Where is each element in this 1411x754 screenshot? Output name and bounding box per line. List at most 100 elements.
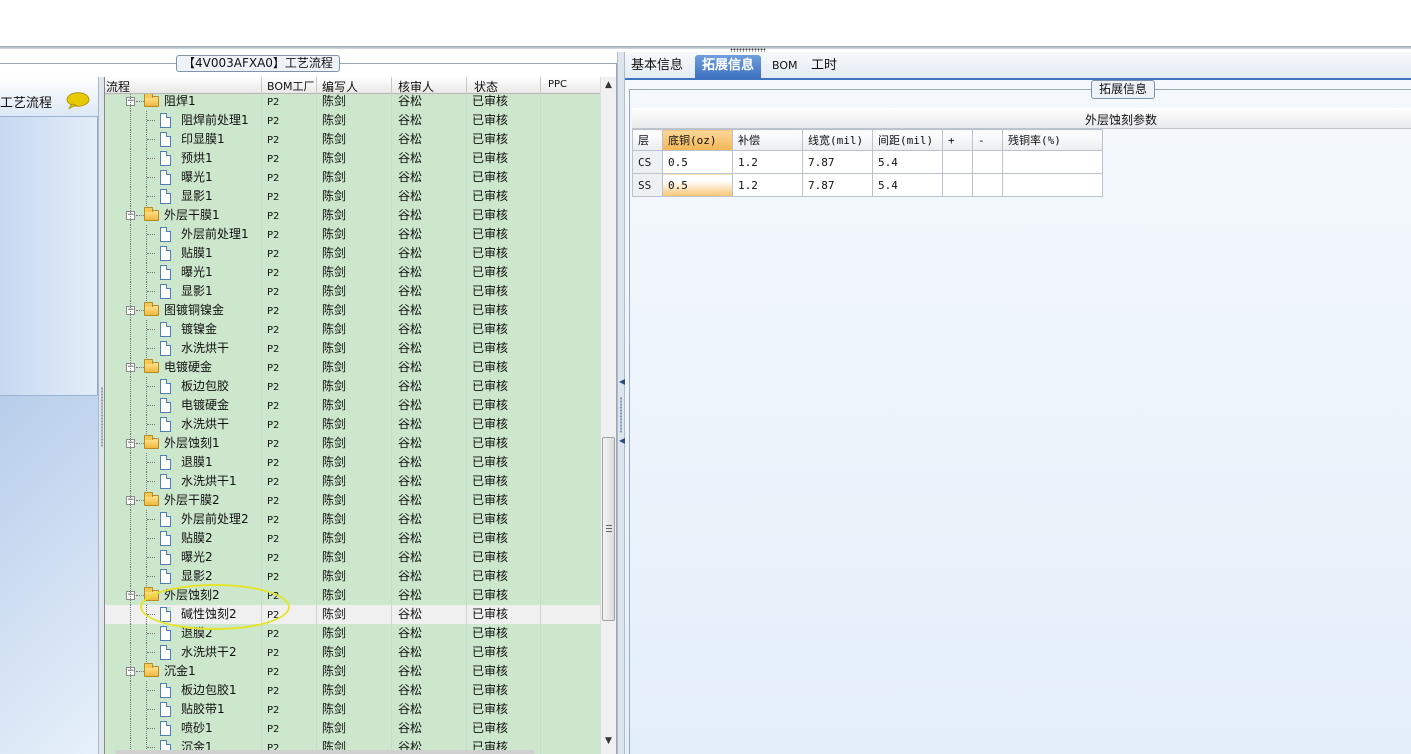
tree-row[interactable]: − 外层蚀刻2 P2 陈剑 谷松 已审核: [105, 586, 600, 605]
cell-reviewer: 谷松: [398, 322, 423, 336]
column-line: [261, 130, 262, 149]
tree-row[interactable]: 预烘1 P2 陈剑 谷松 已审核: [105, 149, 600, 168]
tree-row[interactable]: 曝光1 P2 陈剑 谷松 已审核: [105, 263, 600, 282]
tree-row[interactable]: 镀镍金 P2 陈剑 谷松 已审核: [105, 320, 600, 339]
tree-row[interactable]: 水洗烘干 P2 陈剑 谷松 已审核: [105, 339, 600, 358]
tree-row[interactable]: 曝光1 P2 陈剑 谷松 已审核: [105, 168, 600, 187]
cell-plus[interactable]: [942, 173, 973, 197]
cell-compensation[interactable]: 1.2: [732, 150, 803, 174]
tree-row[interactable]: 阻焊前处理1 P2 陈剑 谷松 已审核: [105, 111, 600, 130]
splitter-grip[interactable]: [101, 387, 103, 447]
tree-row[interactable]: − 外层蚀刻1 P2 陈剑 谷松 已审核: [105, 434, 600, 453]
tree-row[interactable]: 贴胶带1 P2 陈剑 谷松 已审核: [105, 700, 600, 719]
tree-row[interactable]: − 外层干膜1 P2 陈剑 谷松 已审核: [105, 206, 600, 225]
tree-row[interactable]: 显影1 P2 陈剑 谷松 已审核: [105, 187, 600, 206]
cell-spacing[interactable]: 5.4: [872, 173, 943, 197]
cell-residual-copper[interactable]: [1002, 150, 1103, 174]
scroll-thumb[interactable]: [602, 437, 615, 621]
middle-splitter[interactable]: ◀ ◀: [617, 52, 625, 754]
col-base-copper[interactable]: 底铜(oz): [662, 129, 733, 151]
column-header-status[interactable]: 状态: [474, 78, 498, 95]
column-header-writer[interactable]: 编写人: [322, 78, 358, 95]
table-row[interactable]: SS 0.5 1.2 7.87 5.4: [632, 173, 1103, 197]
tab-extended-info[interactable]: 拓展信息: [695, 55, 762, 79]
middle-splitter-grip[interactable]: [620, 397, 622, 433]
column-line: [261, 567, 262, 586]
column-line: [391, 94, 392, 111]
tree-row[interactable]: − 阻焊1 P2 陈剑 谷松 已审核: [105, 94, 600, 111]
tree-row[interactable]: 曝光2 P2 陈剑 谷松 已审核: [105, 548, 600, 567]
cell-plus[interactable]: [942, 150, 973, 174]
tree-connector: [130, 605, 131, 624]
cell-base-copper[interactable]: 0.5: [662, 150, 733, 174]
column-line: [316, 149, 317, 168]
tree-row[interactable]: − 图镀铜镍金 P2 陈剑 谷松 已审核: [105, 301, 600, 320]
scroll-down-icon[interactable]: ▼: [603, 734, 614, 748]
cell-residual-copper[interactable]: [1002, 173, 1103, 197]
table-row[interactable]: CS 0.5 1.2 7.87 5.4: [632, 150, 1103, 174]
tree-node-label: 碱性蚀刻2: [181, 607, 237, 621]
column-line: [540, 320, 541, 339]
tree-row[interactable]: 显影2 P2 陈剑 谷松 已审核: [105, 567, 600, 586]
tree-row[interactable]: 贴膜1 P2 陈剑 谷松 已审核: [105, 244, 600, 263]
tree-row[interactable]: 外层前处理1 P2 陈剑 谷松 已审核: [105, 225, 600, 244]
tree-row[interactable]: − 沉金1 P2 陈剑 谷松 已审核: [105, 662, 600, 681]
tree-row[interactable]: 贴膜2 P2 陈剑 谷松 已审核: [105, 529, 600, 548]
cell-spacing[interactable]: 5.4: [872, 150, 943, 174]
cell-layer[interactable]: SS: [632, 173, 663, 197]
col-minus[interactable]: -: [972, 129, 1003, 151]
tree-row[interactable]: 碱性蚀刻2 P2 陈剑 谷松 已审核: [105, 605, 600, 624]
tab-work-hours[interactable]: 工时: [811, 55, 837, 79]
tree-row[interactable]: 印显膜1 P2 陈剑 谷松 已审核: [105, 130, 600, 149]
col-compensation[interactable]: 补偿: [732, 129, 803, 151]
tree-connector: [136, 215, 144, 216]
tree-row[interactable]: 喷砂1 P2 陈剑 谷松 已审核: [105, 719, 600, 738]
tree-row[interactable]: 水洗烘干 P2 陈剑 谷松 已审核: [105, 415, 600, 434]
scroll-up-icon[interactable]: ▲: [603, 78, 614, 92]
tree-row[interactable]: 外层前处理2 P2 陈剑 谷松 已审核: [105, 510, 600, 529]
tree-row[interactable]: 板边包胶 P2 陈剑 谷松 已审核: [105, 377, 600, 396]
tree-row[interactable]: 退膜2 P2 陈剑 谷松 已审核: [105, 624, 600, 643]
nav-item-process[interactable]: 工艺流程: [0, 77, 98, 117]
tree-row[interactable]: − 外层干膜2 P2 陈剑 谷松 已审核: [105, 491, 600, 510]
col-spacing[interactable]: 间距(mil): [872, 129, 943, 151]
cell-line-width[interactable]: 7.87: [802, 173, 873, 197]
tab-bom[interactable]: BOM: [772, 55, 798, 79]
column-line: [540, 548, 541, 567]
tree-node-label: 外层蚀刻1: [164, 436, 220, 450]
cell-minus[interactable]: [972, 173, 1003, 197]
column-header-process[interactable]: 流程: [106, 78, 130, 95]
column-header-reviewer[interactable]: 核审人: [398, 78, 434, 95]
tree-row[interactable]: 水洗烘干1 P2 陈剑 谷松 已审核: [105, 472, 600, 491]
tree-row[interactable]: 水洗烘干2 P2 陈剑 谷松 已审核: [105, 643, 600, 662]
column-line: [391, 510, 392, 529]
tree-row[interactable]: 显影1 P2 陈剑 谷松 已审核: [105, 282, 600, 301]
tree-group-title: 【4V003AFXA0】工艺流程: [176, 55, 340, 72]
cell-minus[interactable]: [972, 150, 1003, 174]
col-layer[interactable]: 层: [632, 129, 663, 151]
tree-row[interactable]: 退膜1 P2 陈剑 谷松 已审核: [105, 453, 600, 472]
cell-line-width[interactable]: 7.87: [802, 150, 873, 174]
tree-connector: [130, 301, 131, 320]
col-residual-copper[interactable]: 残铜率(%): [1002, 129, 1103, 151]
tree-connector: [147, 424, 155, 425]
tab-basic-info[interactable]: 基本信息: [631, 55, 683, 79]
tree-row[interactable]: 板边包胶1 P2 陈剑 谷松 已审核: [105, 681, 600, 700]
cell-status: 已审核: [472, 455, 509, 469]
tree-horizontal-scrollbar[interactable]: [115, 750, 535, 754]
tree-node-label: 曝光2: [181, 550, 213, 564]
cell-compensation[interactable]: 1.2: [732, 173, 803, 197]
column-header-bom-factory[interactable]: BOM工厂: [267, 78, 315, 94]
cell-base-copper-focused[interactable]: 0.5: [662, 173, 733, 197]
cell-factory: P2: [267, 97, 280, 108]
tree-vertical-scrollbar[interactable]: ▲ ▼: [600, 77, 616, 754]
column-header-ppc[interactable]: PPC: [548, 79, 567, 90]
tree-row[interactable]: 电镀硬金 P2 陈剑 谷松 已审核: [105, 396, 600, 415]
tree-connector: [130, 548, 131, 567]
document-icon: [160, 721, 171, 736]
col-plus[interactable]: +: [942, 129, 973, 151]
tree-row[interactable]: − 电镀硬金 P2 陈剑 谷松 已审核: [105, 358, 600, 377]
cell-layer[interactable]: CS: [632, 150, 663, 174]
col-line-width[interactable]: 线宽(mil): [802, 129, 873, 151]
cell-reviewer: 谷松: [398, 94, 423, 108]
